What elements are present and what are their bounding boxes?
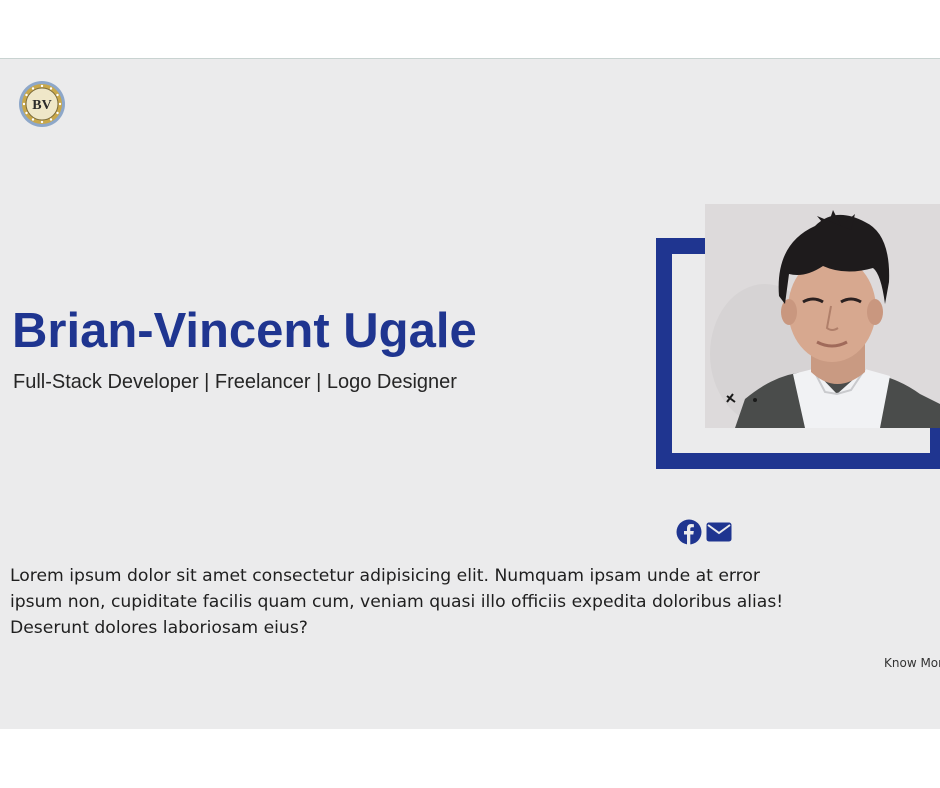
- bv-logo-icon: BV: [19, 81, 65, 127]
- hero-name: Brian-Vincent Ugale: [12, 304, 477, 358]
- envelope-icon: [706, 522, 732, 542]
- hero-roles: Full-Stack Developer | Freelancer | Logo…: [13, 371, 457, 393]
- logo-text: BV: [32, 98, 51, 113]
- about-text: Lorem ipsum dolor sit amet consectetur a…: [10, 566, 784, 638]
- page: BV Brian-Vincent Ugale Full-Stack Develo…: [0, 0, 940, 788]
- social-links: [676, 519, 732, 545]
- facebook-icon: [676, 519, 702, 545]
- hero-section: BV Brian-Vincent Ugale Full-Stack Develo…: [0, 58, 940, 729]
- profile-photo: [705, 204, 940, 428]
- know-more-link[interactable]: Know More: [884, 655, 940, 671]
- email-link[interactable]: [706, 519, 732, 545]
- facebook-link[interactable]: [676, 519, 702, 545]
- site-logo[interactable]: BV: [18, 80, 66, 128]
